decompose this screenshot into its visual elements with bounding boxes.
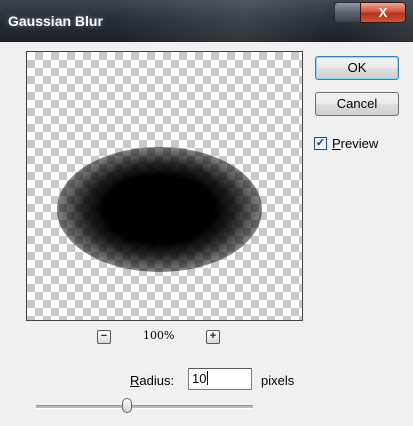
zoom-level: 100% — [143, 329, 175, 342]
dialog-body: OK Cancel ✓ Preview − 100% + Radius: 10 … — [8, 42, 405, 426]
radius-slider-track[interactable] — [36, 405, 253, 409]
radius-label: Radius: — [130, 373, 174, 388]
ok-button[interactable]: OK — [315, 56, 399, 80]
title-bar[interactable]: Gaussian Blur X — [0, 0, 413, 42]
close-icon: X — [378, 5, 388, 20]
preview-canvas[interactable] — [26, 51, 303, 321]
minus-icon: − — [100, 330, 108, 342]
radius-units: pixels — [261, 373, 295, 388]
minimize-button[interactable] — [334, 2, 362, 23]
radius-input[interactable]: 10 — [188, 368, 252, 390]
zoom-in-button[interactable]: + — [206, 330, 220, 344]
cancel-button[interactable]: Cancel — [315, 92, 399, 116]
close-button[interactable]: X — [360, 2, 406, 23]
radius-value: 10 — [192, 371, 207, 386]
gaussian-blur-dialog: Gaussian Blur X OK Cancel ✓ Preview − 10… — [0, 0, 413, 426]
preview-label-rest: review — [340, 136, 379, 151]
preview-checkbox-label: Preview — [332, 136, 378, 151]
checkbox-checked-icon[interactable]: ✓ — [314, 137, 327, 150]
preview-label-accelerator: P — [332, 136, 341, 151]
window-title: Gaussian Blur — [8, 13, 103, 29]
blurred-shape-preview — [57, 147, 262, 272]
plus-icon: + — [209, 330, 217, 342]
radius-label-accelerator: R — [130, 373, 140, 388]
radius-label-rest: adius: — [139, 373, 175, 388]
text-caret — [207, 371, 209, 385]
radius-slider-thumb[interactable] — [122, 398, 132, 413]
zoom-out-button[interactable]: − — [97, 330, 111, 344]
